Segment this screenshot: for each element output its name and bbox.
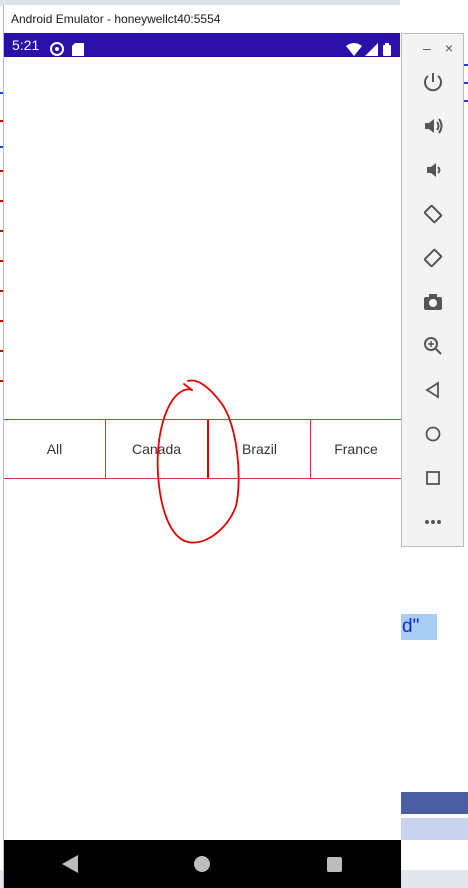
zoom-icon xyxy=(424,337,442,355)
overview-icon xyxy=(426,471,440,485)
rotate-right-icon xyxy=(423,248,443,268)
nav-back-button[interactable] xyxy=(50,844,90,884)
emulator-window: Android Emulator - honeywellct40:5554 5:… xyxy=(3,5,401,888)
volume-down-icon xyxy=(427,163,441,177)
tab-label: France xyxy=(334,441,378,457)
rotate-right-button[interactable] xyxy=(402,238,464,278)
overview-button[interactable] xyxy=(402,458,464,498)
home-icon xyxy=(425,426,441,442)
emulator-title: Android Emulator - honeywellct40:5554 xyxy=(4,5,400,33)
tab-label: All xyxy=(46,441,63,457)
back-triangle-icon xyxy=(62,855,79,873)
power-icon xyxy=(424,73,442,92)
ide-code-fragment: d" xyxy=(400,614,437,640)
app-content: All Canada Brazil France xyxy=(4,57,401,845)
rotate-left-button[interactable] xyxy=(402,194,464,234)
tab-france[interactable]: France xyxy=(311,420,401,478)
emulator-side-toolbar: – × xyxy=(401,33,464,547)
toolbar-window-controls: – × xyxy=(402,34,463,62)
minimize-button[interactable]: – xyxy=(423,40,431,56)
zoom-button[interactable] xyxy=(402,326,464,366)
tab-brazil[interactable]: Brazil xyxy=(209,420,311,478)
ide-panel-band-light xyxy=(400,818,468,840)
tab-canada[interactable]: Canada xyxy=(106,420,209,478)
country-tab-bar: All Canada Brazil France xyxy=(4,419,401,479)
back-icon xyxy=(425,381,439,399)
ide-panel-band xyxy=(400,792,468,814)
more-icon xyxy=(425,520,441,524)
close-button[interactable]: × xyxy=(445,40,453,56)
back-button[interactable] xyxy=(402,370,464,410)
volume-up-icon xyxy=(425,118,443,134)
ide-right-edge xyxy=(464,60,468,110)
camera-icon xyxy=(424,294,442,310)
more-button[interactable] xyxy=(402,502,464,542)
screenshot-button[interactable] xyxy=(402,282,464,322)
tab-all[interactable]: All xyxy=(4,420,106,478)
volume-down-button[interactable] xyxy=(402,150,464,190)
status-time: 5:21 xyxy=(12,37,40,53)
android-nav-bar xyxy=(4,840,401,888)
recents-square-icon xyxy=(327,856,343,872)
tab-label: Brazil xyxy=(241,441,277,457)
rotate-left-icon xyxy=(423,204,443,224)
home-button[interactable] xyxy=(402,414,464,454)
nav-home-button[interactable] xyxy=(182,844,222,884)
android-status-bar: 5:21 xyxy=(4,33,400,57)
tab-label: Canada xyxy=(131,441,182,457)
nav-recents-button[interactable] xyxy=(315,844,355,884)
volume-up-button[interactable] xyxy=(402,106,464,146)
power-button[interactable] xyxy=(402,62,464,102)
home-circle-icon xyxy=(194,856,211,872)
